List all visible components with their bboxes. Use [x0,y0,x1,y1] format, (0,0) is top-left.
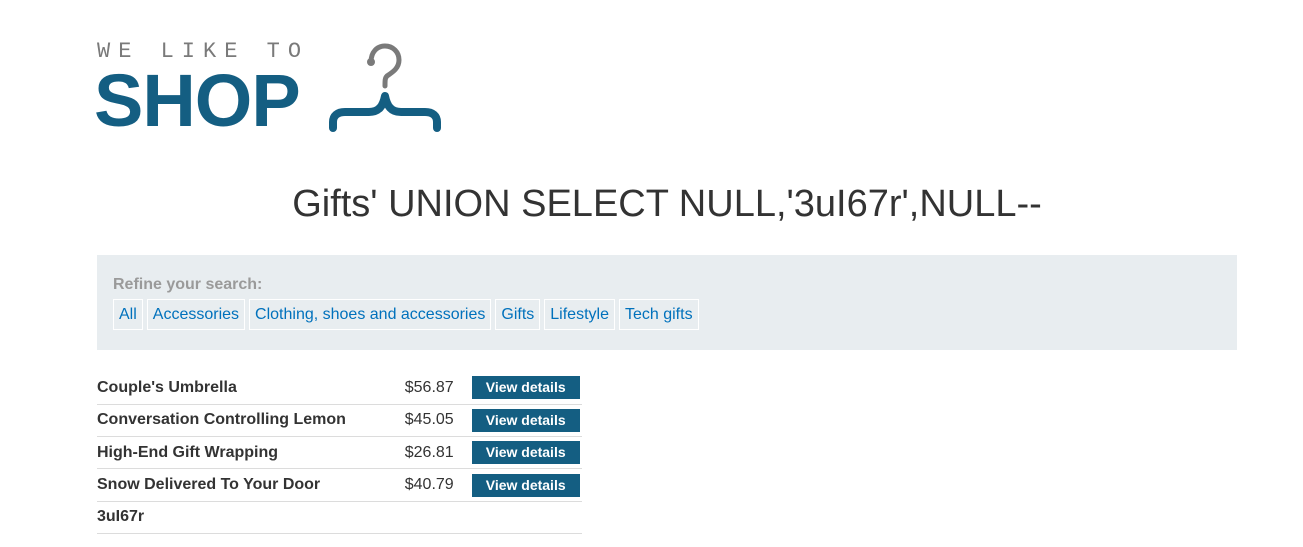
product-price: $26.81 [403,436,472,470]
hanger-icon [329,43,441,132]
filter-link-all[interactable]: All [113,299,143,330]
table-row: 3uI67r [97,501,582,534]
product-price [403,501,472,534]
product-name: Conversation Controlling Lemon [97,404,404,438]
product-table: Couple's Umbrella $56.87 View details Co… [97,372,582,534]
filter-label: Refine your search: [113,276,263,293]
view-details-button[interactable]: View details [471,473,580,497]
filter-panel: Refine your search: All Accessories Clot… [97,255,1237,350]
filter-link-clothing[interactable]: Clothing, shoes and accessories [249,299,492,330]
product-name: Couple's Umbrella [97,372,404,405]
view-details-button[interactable]: View details [471,441,580,465]
table-row: Conversation Controlling Lemon $45.05 Vi… [97,404,582,438]
site-logo[interactable]: WE LIKE TO SHOP [94,40,457,142]
page: WE LIKE TO SHOP Gifts' UNION SELECT NULL… [0,0,1303,547]
product-name: High-End Gift Wrapping [97,436,404,470]
product-name: 3uI67r [97,501,404,534]
filter-link-lifestyle[interactable]: Lifestyle [544,299,615,330]
filter-link-accessories[interactable]: Accessories [146,299,246,330]
product-price: $45.05 [403,404,472,438]
product-price: $56.87 [403,372,472,405]
page-title: Gifts' UNION SELECT NULL,'3uI67r',NULL-- [292,183,1042,225]
view-details-button[interactable]: View details [471,376,580,400]
view-details-button[interactable]: View details [471,408,580,432]
product-name: Snow Delivered To Your Door [97,468,404,502]
filter-link-gifts[interactable]: Gifts [495,299,541,330]
logo-wordmark: SHOP [94,59,301,142]
table-row: Couple's Umbrella $56.87 View details [97,372,582,405]
table-row: Snow Delivered To Your Door $40.79 View … [97,468,582,502]
filter-link-tech-gifts[interactable]: Tech gifts [618,299,699,330]
product-price: $40.79 [403,468,472,502]
filter-links: All Accessories Clothing, shoes and acce… [113,299,699,330]
table-row: High-End Gift Wrapping $26.81 View detai… [97,436,582,470]
